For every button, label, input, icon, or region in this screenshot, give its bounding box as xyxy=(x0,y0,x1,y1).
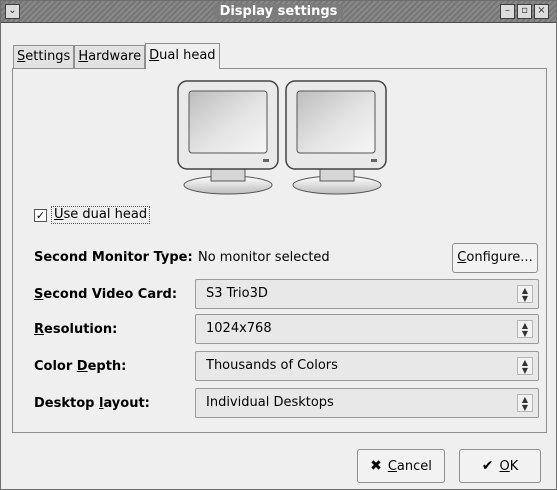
cancel-icon: ✖ xyxy=(370,458,382,474)
resolution-value: 1024x768 xyxy=(206,321,272,336)
tab-settings[interactable]: Settings xyxy=(13,45,75,69)
resolution-label: Resolution: xyxy=(34,322,118,337)
second-video-card-label: Second Video Card: xyxy=(34,287,178,302)
right-monitor xyxy=(285,80,387,195)
desktop-layout-select[interactable]: Individual Desktops ▲ ▼ xyxy=(195,388,539,418)
color-depth-label: Color Depth: xyxy=(34,359,127,374)
dual-monitor-image xyxy=(177,80,387,195)
color-depth-value: Thousands of Colors xyxy=(206,358,338,373)
combo-arrows-icon: ▲ ▼ xyxy=(517,320,533,338)
window-title: Display settings xyxy=(213,4,344,19)
close-icon: × xyxy=(537,5,546,16)
tab-dual-head[interactable]: Dual head xyxy=(145,43,220,69)
ok-button[interactable]: ✔ OK xyxy=(459,449,541,483)
color-depth-select[interactable]: Thousands of Colors ▲ ▼ xyxy=(195,351,539,381)
minimize-icon: – xyxy=(505,5,510,16)
combo-arrows-icon: ▲ ▼ xyxy=(517,285,533,303)
use-dual-head-checkbox[interactable]: ✓ Use dual head xyxy=(34,206,151,224)
configure-button[interactable]: Configure... xyxy=(452,243,538,273)
maximize-button[interactable]: ▫ xyxy=(517,4,532,19)
desktop-layout-value: Individual Desktops xyxy=(206,395,334,410)
display-settings-window: ⌄ Display settings – ▫ × Settings Hardwa… xyxy=(0,0,557,490)
title-bar[interactable]: ⌄ Display settings – ▫ × xyxy=(1,1,556,23)
close-button[interactable]: × xyxy=(534,4,549,19)
desktop-layout-label: Desktop layout: xyxy=(34,396,150,411)
tab-bar: Settings Hardware Dual head xyxy=(13,43,220,69)
combo-arrows-icon: ▲ ▼ xyxy=(517,357,533,375)
maximize-icon: ▫ xyxy=(521,5,528,16)
use-dual-head-label: Use dual head xyxy=(51,206,151,224)
minimize-button[interactable]: – xyxy=(500,4,515,19)
second-video-card-value: S3 Trio3D xyxy=(206,286,268,301)
resolution-select[interactable]: 1024x768 ▲ ▼ xyxy=(195,314,539,344)
second-monitor-type-label: Second Monitor Type: xyxy=(34,250,193,265)
ok-icon: ✔ xyxy=(481,458,494,474)
second-video-card-select[interactable]: S3 Trio3D ▲ ▼ xyxy=(195,279,539,309)
left-monitor xyxy=(177,80,279,195)
second-monitor-type-value: No monitor selected xyxy=(198,250,330,265)
checkbox-checked-icon[interactable]: ✓ xyxy=(34,208,47,222)
cancel-button[interactable]: ✖ Cancel xyxy=(357,449,445,483)
tab-hardware[interactable]: Hardware xyxy=(74,45,146,69)
combo-arrows-icon: ▲ ▼ xyxy=(517,394,533,412)
